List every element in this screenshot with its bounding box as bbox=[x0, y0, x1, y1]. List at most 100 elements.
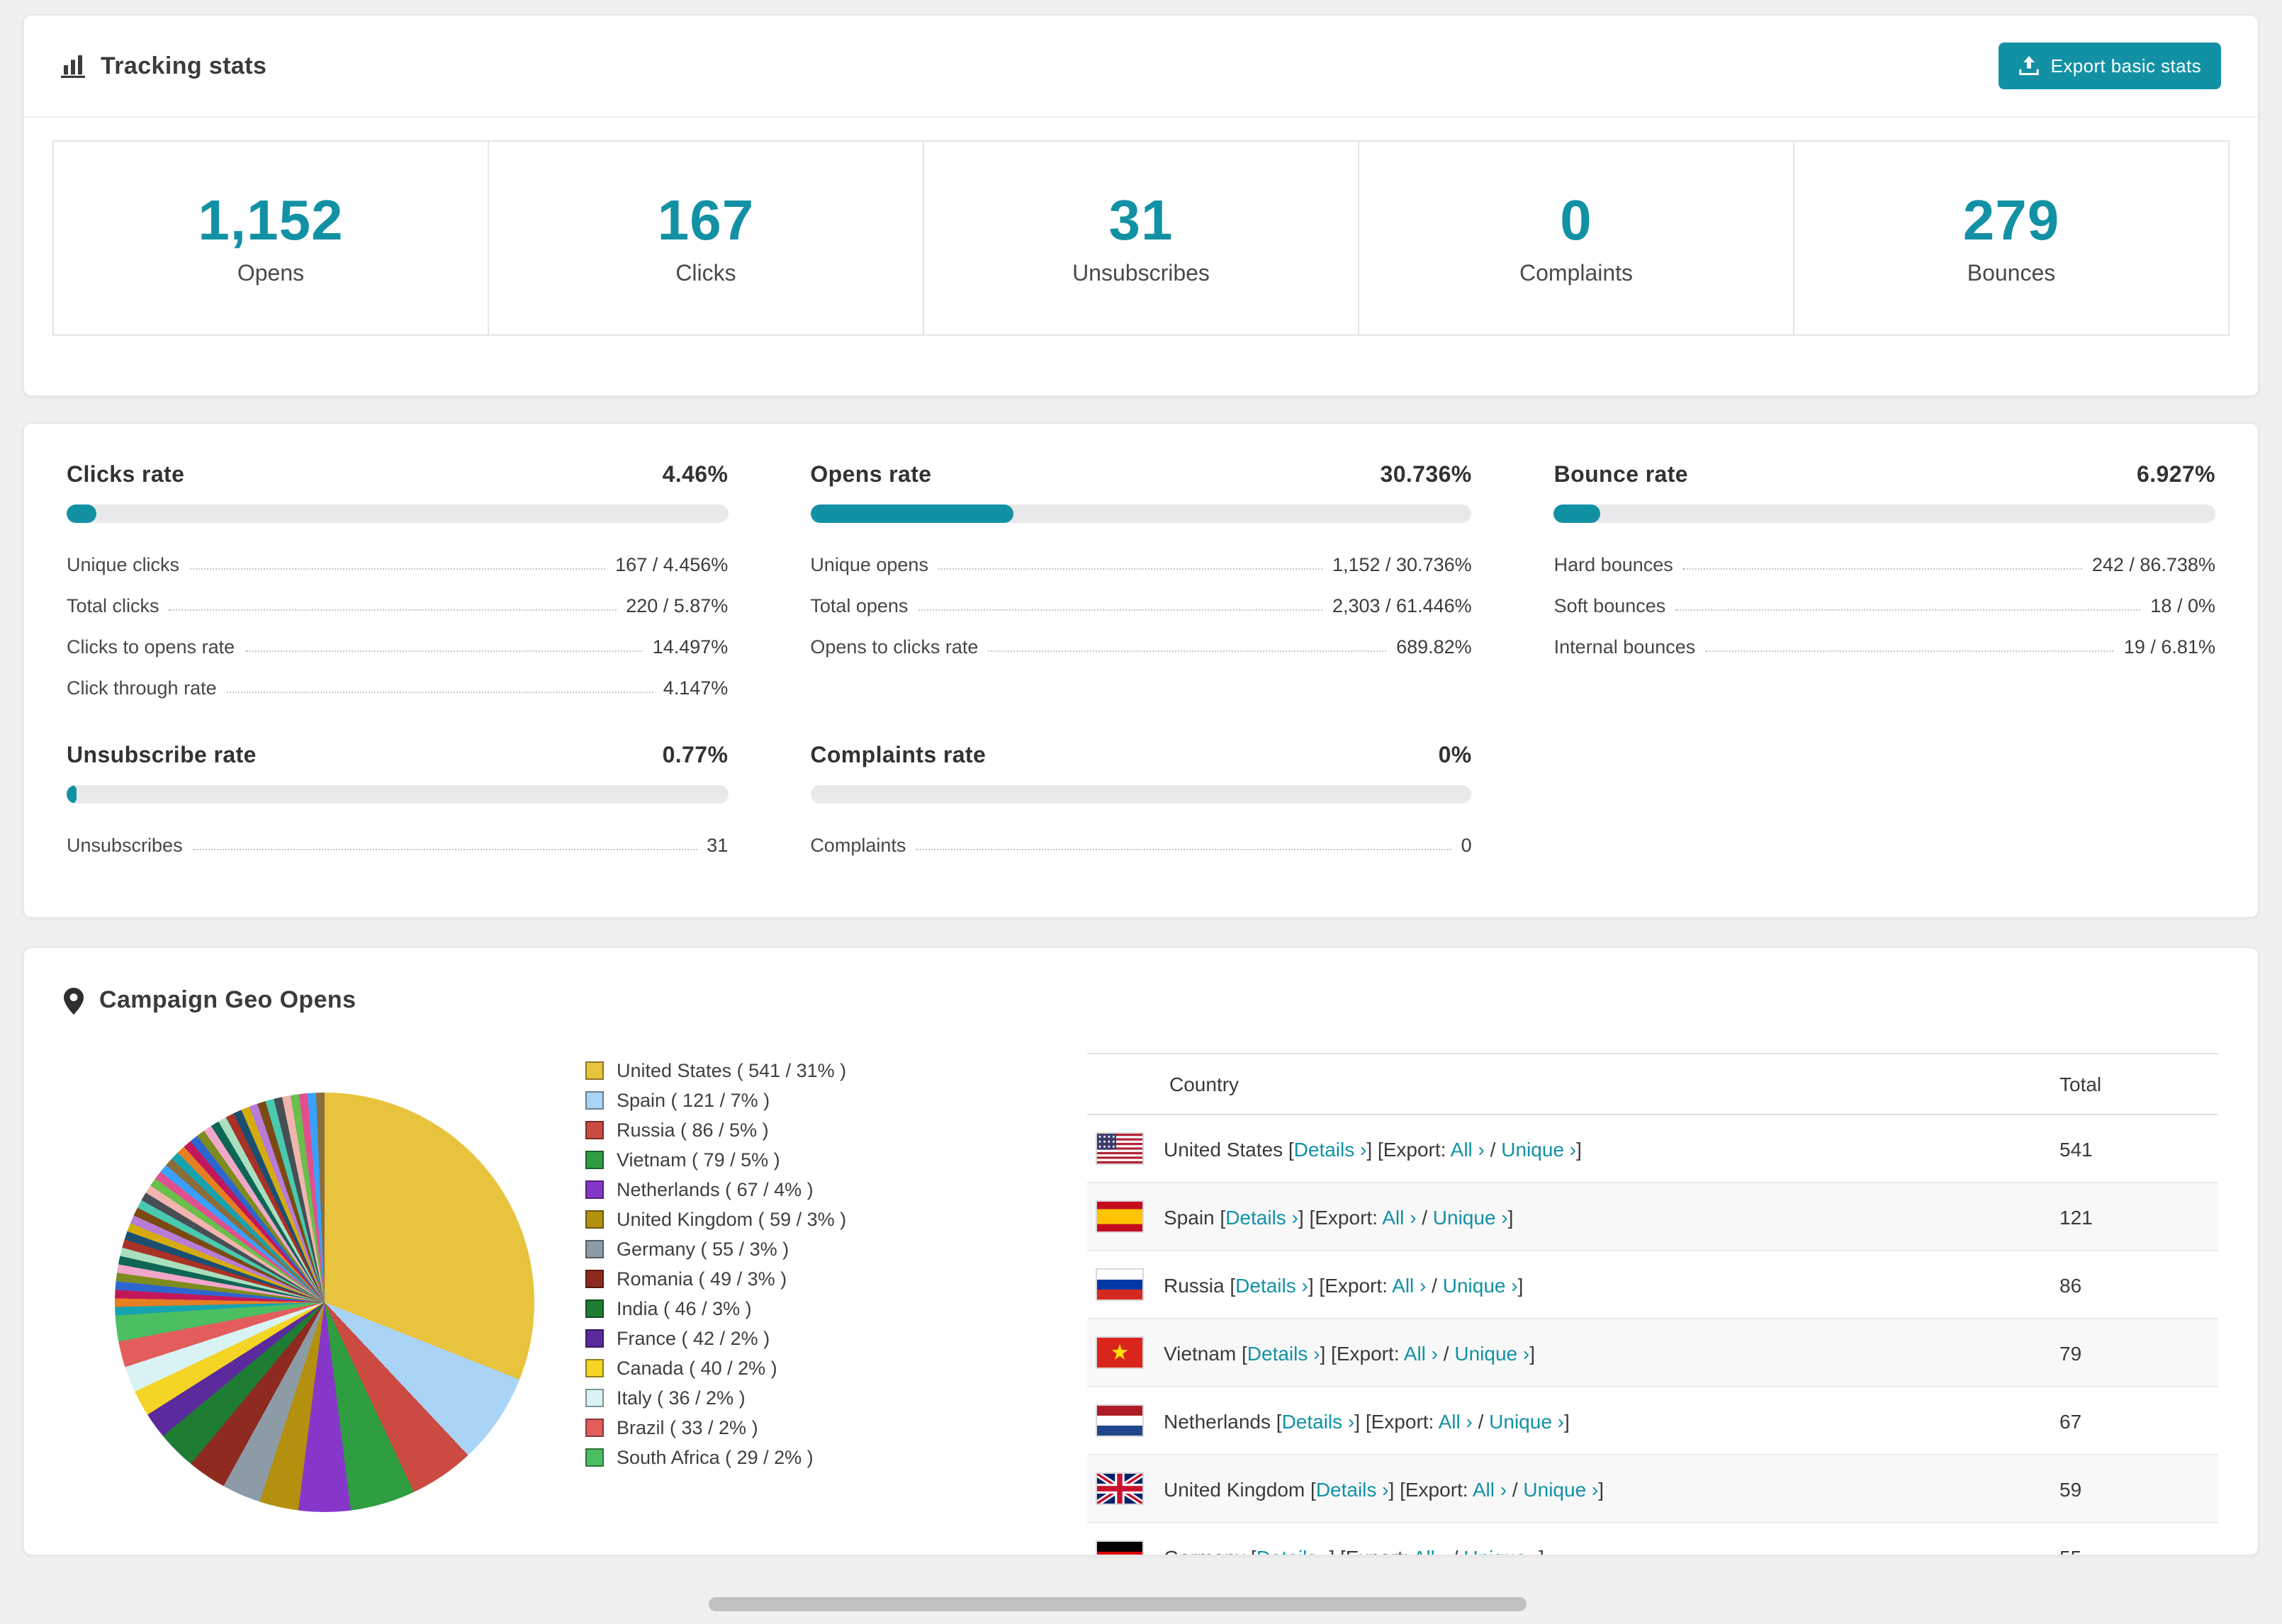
legend-item-germany[interactable]: Germany ( 55 / 3% ) bbox=[585, 1234, 1070, 1264]
legend-item-russia[interactable]: Russia ( 86 / 5% ) bbox=[585, 1115, 1070, 1145]
legend-item-italy[interactable]: Italy ( 36 / 2% ) bbox=[585, 1383, 1070, 1413]
rate-value: 6.927% bbox=[2137, 463, 2215, 487]
export-all-link[interactable]: All › bbox=[1439, 1409, 1473, 1432]
dotted-leader bbox=[988, 650, 1387, 652]
export-unique-link[interactable]: Unique › bbox=[1463, 1545, 1539, 1555]
details-link[interactable]: Details › bbox=[1257, 1545, 1330, 1555]
legend-item-spain[interactable]: Spain ( 121 / 7% ) bbox=[585, 1086, 1070, 1115]
dotted-leader bbox=[226, 692, 653, 693]
legend-label: Romania ( 49 / 3% ) bbox=[617, 1268, 787, 1290]
legend-label: Spain ( 121 / 7% ) bbox=[617, 1090, 770, 1111]
rate-progress-bar bbox=[67, 785, 729, 803]
rate-progress-fill bbox=[67, 504, 96, 523]
legend-item-united-states[interactable]: United States ( 541 / 31% ) bbox=[585, 1056, 1070, 1086]
geo-opens-title: Campaign Geo Opens bbox=[99, 986, 356, 1013]
legend-item-vietnam[interactable]: Vietnam ( 79 / 5% ) bbox=[585, 1145, 1070, 1175]
dotted-leader bbox=[1705, 650, 2114, 652]
rate-stat-row: Click through rate 4.147% bbox=[67, 658, 728, 699]
export-unique-link[interactable]: Unique › bbox=[1523, 1477, 1598, 1500]
rates-card: Clicks rate 4.46% Unique clicks 167 / 4.456… bbox=[23, 422, 2259, 918]
legend-swatch bbox=[585, 1270, 604, 1288]
rate-stat-value: 31 bbox=[707, 835, 729, 856]
export-all-link[interactable]: All › bbox=[1404, 1341, 1438, 1364]
details-link[interactable]: Details › bbox=[1247, 1341, 1320, 1364]
rate-stat-value: 0 bbox=[1461, 835, 1472, 856]
rate-stat-label: Internal bounces bbox=[1553, 636, 1696, 658]
legend-swatch bbox=[585, 1448, 604, 1467]
country-cell: Vietnam [Details ›] [Export: All › / Uni… bbox=[1164, 1341, 1535, 1364]
stat-value: 279 bbox=[1962, 189, 2060, 252]
rate-block-clicks-rate: Clicks rate 4.46% Unique clicks 167 / 4.456… bbox=[67, 463, 729, 699]
legend-label: Vietnam ( 79 / 5% ) bbox=[617, 1149, 780, 1171]
rate-title: Clicks rate bbox=[67, 463, 185, 487]
horizontal-scrollbar-thumb[interactable] bbox=[709, 1597, 1527, 1611]
geo-table-header-row: Country Total bbox=[1087, 1053, 2218, 1115]
total-cell: 55 bbox=[2059, 1545, 2218, 1555]
rate-header: Bounce rate 6.927% bbox=[1554, 463, 2215, 489]
stat-clicks: 167 Clicks bbox=[488, 140, 924, 336]
export-all-link[interactable]: All › bbox=[1392, 1273, 1426, 1296]
export-unique-link[interactable]: Unique › bbox=[1433, 1205, 1508, 1228]
stat-value: 1,152 bbox=[198, 189, 344, 252]
bar-chart-icon bbox=[61, 55, 86, 77]
export-all-link[interactable]: All › bbox=[1473, 1477, 1507, 1500]
geo-content: United States ( 541 / 31% ) Spain ( 121 /… bbox=[64, 1053, 2218, 1555]
rate-progress-fill bbox=[67, 785, 77, 803]
details-link[interactable]: Details › bbox=[1235, 1273, 1308, 1296]
legend-item-canada[interactable]: Canada ( 40 / 2% ) bbox=[585, 1353, 1070, 1383]
country-column-header: Country bbox=[1169, 1073, 1240, 1095]
export-unique-link[interactable]: Unique › bbox=[1443, 1273, 1518, 1296]
legend-swatch bbox=[585, 1240, 604, 1258]
rate-stat-label: Soft bounces bbox=[1553, 595, 1666, 616]
rate-stat-label: Unique clicks bbox=[67, 554, 180, 575]
export-button-label: Export basic stats bbox=[2050, 55, 2201, 77]
total-cell: 121 bbox=[2059, 1205, 2093, 1228]
export-unique-link[interactable]: Unique › bbox=[1501, 1137, 1576, 1160]
export-unique-link[interactable]: Unique › bbox=[1489, 1409, 1564, 1432]
export-all-link[interactable]: All › bbox=[1413, 1545, 1447, 1555]
total-cell: 541 bbox=[2059, 1137, 2093, 1160]
rate-title: Bounce rate bbox=[1553, 463, 1688, 487]
legend-item-netherlands[interactable]: Netherlands ( 67 / 4% ) bbox=[585, 1175, 1070, 1205]
export-unique-link[interactable]: Unique › bbox=[1454, 1341, 1529, 1364]
legend-label: Germany ( 55 / 3% ) bbox=[617, 1239, 789, 1260]
rate-stat-row: Total opens 2,303 / 61.446% bbox=[810, 575, 1471, 616]
rate-block-bounce-rate: Bounce rate 6.927% Hard bounces 242 / 86.73… bbox=[1553, 463, 2215, 699]
stat-opens: 1,152 Opens bbox=[52, 140, 489, 336]
dotted-leader bbox=[169, 609, 617, 611]
rate-stat-value: 167 / 4.456% bbox=[615, 554, 729, 575]
rate-header: Opens rate 30.736% bbox=[810, 463, 1471, 489]
legend-label: Italy ( 36 / 2% ) bbox=[617, 1387, 746, 1409]
rate-stat-value: 14.497% bbox=[652, 636, 729, 658]
legend-item-south-africa[interactable]: South Africa ( 29 / 2% ) bbox=[585, 1443, 1070, 1472]
legend-item-india[interactable]: India ( 46 / 3% ) bbox=[585, 1294, 1070, 1324]
legend-item-united-kingdom[interactable]: United Kingdom ( 59 / 3% ) bbox=[585, 1205, 1070, 1234]
stat-label: Complaints bbox=[1519, 261, 1634, 286]
country-cell: Russia [Details ›] [Export: All › / Uniq… bbox=[1164, 1273, 1524, 1296]
export-all-link[interactable]: All › bbox=[1382, 1205, 1416, 1228]
legend-label: France ( 42 / 2% ) bbox=[617, 1328, 770, 1349]
details-link[interactable]: Details › bbox=[1225, 1205, 1298, 1228]
details-link[interactable]: Details › bbox=[1316, 1477, 1389, 1500]
legend-swatch bbox=[585, 1121, 604, 1139]
legend-item-france[interactable]: France ( 42 / 2% ) bbox=[585, 1324, 1070, 1353]
legend-label: Brazil ( 33 / 2% ) bbox=[617, 1417, 758, 1438]
legend-swatch bbox=[585, 1419, 604, 1437]
rate-stat-row: Hard bounces 242 / 86.738% bbox=[1554, 534, 2215, 575]
rate-block-complaints-rate: Complaints rate 0% Complaints 0 bbox=[810, 744, 1472, 856]
rate-stat-value: 689.82% bbox=[1396, 636, 1472, 658]
rate-progress-bar bbox=[1553, 504, 2215, 523]
table-row: Spain [Details ›] [Export: All › / Uniqu… bbox=[1087, 1183, 2218, 1251]
table-row: United States [Details ›] [Export: All ›… bbox=[1087, 1115, 2218, 1183]
rate-stat-row: Total clicks 220 / 5.87% bbox=[67, 575, 728, 616]
details-link[interactable]: Details › bbox=[1282, 1409, 1355, 1432]
rate-progress-bar bbox=[810, 785, 1472, 803]
export-basic-stats-button[interactable]: Export basic stats bbox=[1998, 43, 2221, 89]
legend-item-romania[interactable]: Romania ( 49 / 3% ) bbox=[585, 1264, 1070, 1294]
export-all-link[interactable]: All › bbox=[1451, 1137, 1485, 1160]
stat-label: Opens bbox=[237, 261, 305, 286]
stat-value: 167 bbox=[657, 189, 755, 252]
legend-item-brazil[interactable]: Brazil ( 33 / 2% ) bbox=[585, 1413, 1070, 1443]
rate-stat-row: Unsubscribes 31 bbox=[67, 815, 728, 856]
details-link[interactable]: Details › bbox=[1294, 1137, 1367, 1160]
